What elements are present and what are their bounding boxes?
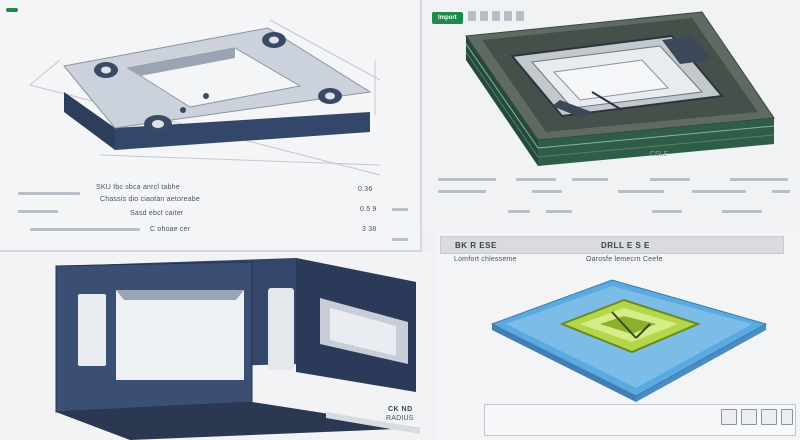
viewport-bottom-left[interactable]: CK ND RADIUS <box>0 252 432 440</box>
table-bar <box>18 192 80 195</box>
panel-button[interactable] <box>781 409 793 425</box>
table-row: Sasd ebct caiter <box>130 210 184 217</box>
view-button[interactable] <box>721 409 737 425</box>
table-header: SKU Ibc sbca anrcl tabhe <box>96 184 180 191</box>
frame-window <box>268 288 294 370</box>
table-row: C ohoae cer <box>150 226 191 233</box>
caption-line: RADIUS <box>386 415 414 422</box>
model-watermark: CSLE <box>650 151 669 158</box>
table-bar <box>392 208 408 211</box>
frame-window <box>78 294 106 366</box>
grid-button[interactable] <box>741 409 757 425</box>
table-row: Chassis dio ciaotan aetoreabe <box>100 196 200 203</box>
panel-header-right: DRLL E S E <box>601 241 650 250</box>
caption-line: CK ND <box>388 406 413 413</box>
table-bar <box>18 210 58 213</box>
viewport-top-right[interactable]: Import CSLE <box>422 0 800 230</box>
display-button[interactable] <box>761 409 777 425</box>
frame-model[interactable] <box>0 0 420 180</box>
table-value: 0.36 <box>358 186 373 193</box>
frame-window <box>116 290 244 380</box>
mold-model[interactable]: CSLE <box>422 0 800 180</box>
table-value: 3 38 <box>362 226 377 233</box>
table-value: 0.5 9 <box>360 206 377 213</box>
command-box[interactable] <box>484 404 796 436</box>
frame-closeup[interactable] <box>0 252 432 440</box>
panel-header: BK R ESE DRLL E S E <box>440 236 784 254</box>
table-bar <box>392 238 408 241</box>
viewport-top-left[interactable]: SKU Ibc sbca anrcl tabhe Chassis dio cia… <box>0 0 420 250</box>
panel-header-left: BK R ESE <box>455 241 497 250</box>
viewport-bottom-right[interactable]: BK R ESE DRLL E S E Lomfort chlesseme Oa… <box>436 232 800 440</box>
table-bar <box>30 228 140 231</box>
